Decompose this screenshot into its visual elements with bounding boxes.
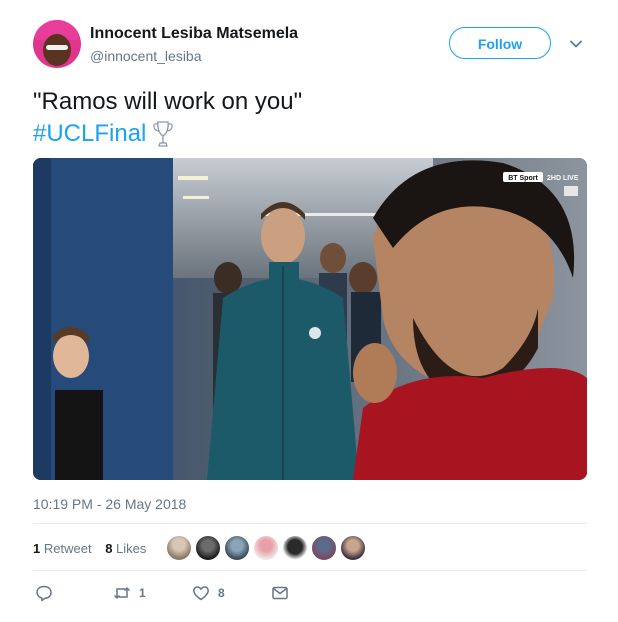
like-button[interactable]: 8 xyxy=(192,583,225,603)
avatar[interactable] xyxy=(282,535,308,561)
retweet-button[interactable]: 1 xyxy=(113,583,146,603)
reply-button[interactable] xyxy=(35,583,53,603)
envelope-icon xyxy=(272,586,288,600)
avatar[interactable] xyxy=(253,535,279,561)
likes-stat[interactable]: 8 Likes xyxy=(105,541,146,556)
avatar[interactable] xyxy=(195,535,221,561)
like-count: 8 xyxy=(218,586,225,600)
hashtag-line: #UCLFinal xyxy=(33,118,174,152)
tweet-media-image[interactable]: BT Sport 2HD LIVE xyxy=(33,158,587,480)
direct-message-button[interactable] xyxy=(271,583,289,603)
hashtag-link[interactable]: #UCLFinal xyxy=(33,120,146,147)
heart-icon xyxy=(193,586,209,601)
engagement-stats: 1 Retweet 8 Likes xyxy=(33,541,156,556)
follow-button[interactable]: Follow xyxy=(449,27,551,59)
avatar[interactable] xyxy=(33,20,81,68)
trophy-icon xyxy=(153,121,174,147)
avatar[interactable] xyxy=(311,535,337,561)
channel-tag: 2HD LIVE xyxy=(547,175,579,182)
reply-icon xyxy=(36,585,52,602)
avatar[interactable] xyxy=(224,535,250,561)
broadcaster-logo: BT Sport xyxy=(508,175,538,182)
author-name[interactable]: Innocent Lesiba Matsemela xyxy=(90,25,298,43)
avatar[interactable] xyxy=(166,535,192,561)
tweet-text: "Ramos will work on you" xyxy=(33,88,303,115)
retweet-icon xyxy=(113,587,131,599)
divider xyxy=(33,523,587,524)
divider xyxy=(33,570,587,571)
retweet-count: 1 xyxy=(139,586,146,600)
chevron-down-icon[interactable] xyxy=(568,36,584,52)
avatar[interactable] xyxy=(340,535,366,561)
retweets-stat[interactable]: 1 Retweet xyxy=(33,541,92,556)
tweet-timestamp[interactable]: 10:19 PM - 26 May 2018 xyxy=(33,496,186,512)
author-handle[interactable]: @innocent_lesiba xyxy=(90,48,202,64)
tweet-card: Innocent Lesiba Matsemela @innocent_lesi… xyxy=(0,0,618,622)
